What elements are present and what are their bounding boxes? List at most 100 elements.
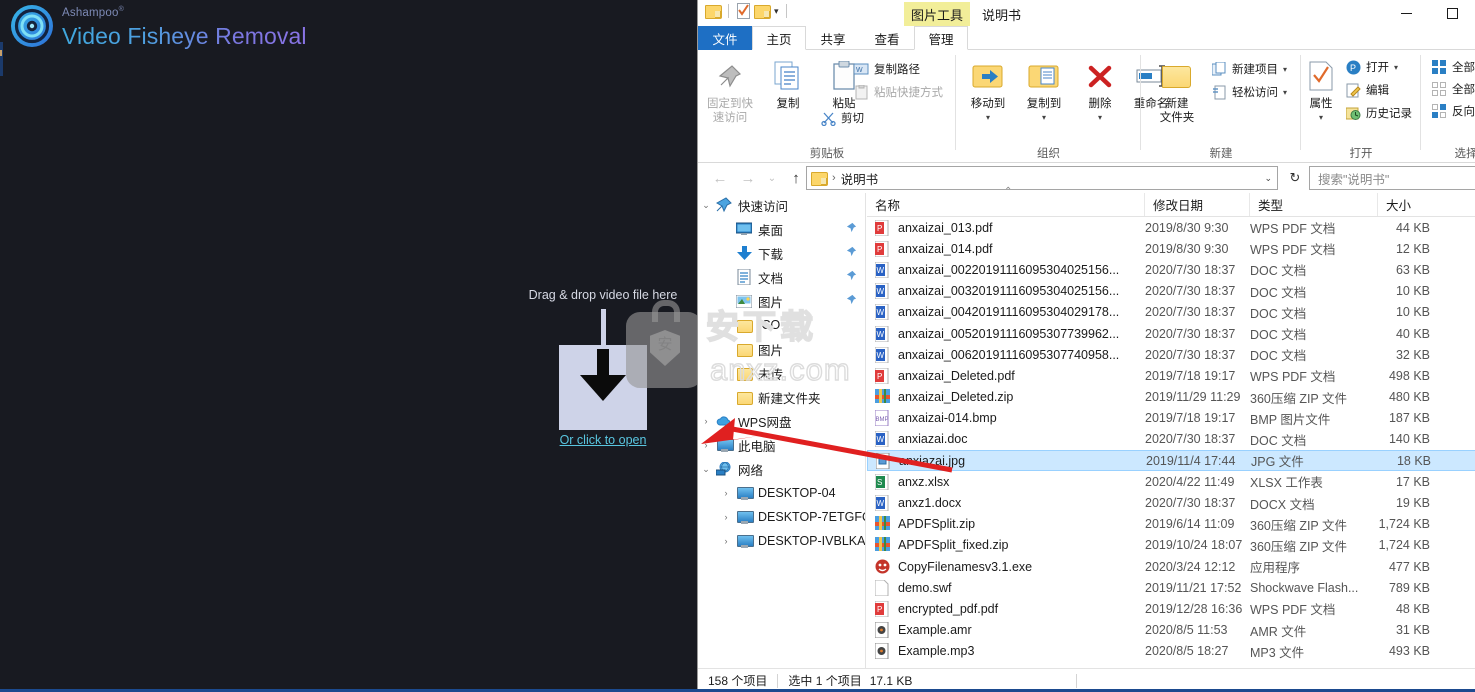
tab-view[interactable]: 查看 bbox=[860, 26, 914, 50]
address-chevron-down-icon[interactable]: ⌄ bbox=[1264, 173, 1272, 184]
nav-item-0[interactable]: ⌄ 快速访问 bbox=[698, 193, 865, 217]
nav-item-12[interactable]: › DESKTOP-04 bbox=[698, 481, 865, 505]
table-row[interactable]: Panxaizai_Deleted.pdf 2019/7/18 19:17 WPS … bbox=[867, 365, 1475, 386]
ribbon-select-none-button[interactable]: 全部取消 bbox=[1431, 81, 1475, 97]
table-row[interactable]: Wanxz1.docx 2020/7/30 18:37 DOCX 文档 19 KB bbox=[867, 492, 1475, 513]
nav-item-10[interactable]: › 此电脑 bbox=[698, 433, 865, 457]
table-row[interactable]: Wanxaizai_00520191116095307739962... 2020… bbox=[867, 323, 1475, 344]
table-row[interactable]: Example.amr 2020/8/5 11:53 AMR 文件 31 KB bbox=[867, 620, 1475, 641]
ribbon-delete-button[interactable]: 删除 ▾ bbox=[1072, 58, 1128, 125]
file-name-cell[interactable]: BMP anxaizai-014.bmp bbox=[875, 410, 1140, 427]
chevron-right-icon[interactable]: › bbox=[698, 416, 714, 426]
window-controls[interactable] bbox=[1383, 0, 1475, 26]
table-row[interactable]: Wanxaizai_00420191116095304029178... 2020… bbox=[867, 302, 1475, 323]
file-name-cell[interactable]: Wanxaizai_00320191116095304025156... bbox=[875, 283, 1140, 300]
ribbon-copy-path-button[interactable]: W 复制路径 bbox=[853, 61, 920, 77]
delete-chevron-down-icon[interactable]: ▾ bbox=[1072, 111, 1128, 125]
table-row[interactable]: CopyFilenamesv3.1.exe 2020/3/24 12:12 应用程序… bbox=[867, 556, 1475, 577]
ribbon-history-button[interactable]: 历史记录 bbox=[1345, 105, 1412, 121]
file-name-cell[interactable]: Panxaizai_014.pdf bbox=[875, 240, 1140, 257]
file-name-cell[interactable]: Panxaizai_Deleted.pdf bbox=[875, 367, 1140, 384]
file-name-cell[interactable]: demo.swf bbox=[875, 579, 1140, 596]
file-name-cell[interactable]: Pencrypted_pdf.pdf bbox=[875, 600, 1140, 617]
forward-button[interactable]: → bbox=[734, 167, 762, 189]
nav-item-2[interactable]: 下载 bbox=[698, 241, 865, 265]
pin-icon[interactable] bbox=[846, 294, 857, 308]
file-name-cell[interactable]: APDFSplit_fixed.zip bbox=[875, 537, 1140, 553]
file-list-pane[interactable]: 名称 修改日期 类型 大小 ⌃ Panxaizai_013.pdf 2019/8/… bbox=[867, 186, 1475, 668]
file-name-cell[interactable]: Wanxaizai_00520191116095307739962... bbox=[875, 325, 1140, 342]
qat-chevron-down-icon[interactable]: ▾ bbox=[774, 4, 779, 18]
ribbon-paste-shortcut-button[interactable]: 粘贴快捷方式 bbox=[853, 84, 943, 100]
table-row[interactable]: Sanxz.xlsx 2020/4/22 11:49 XLSX 工作表 17 KB bbox=[867, 471, 1475, 492]
table-row[interactable]: Pencrypted_pdf.pdf 2019/12/28 16:36 WPS PD… bbox=[867, 598, 1475, 619]
ribbon-new-folder-button[interactable]: 新建 文件夹 bbox=[1149, 58, 1205, 125]
qat-properties-icon[interactable] bbox=[736, 3, 750, 19]
open-with-chevron-down-icon[interactable]: ▾ bbox=[1394, 63, 1398, 72]
table-row[interactable]: APDFSplit_fixed.zip 2019/10/24 18:07 360压缩… bbox=[867, 535, 1475, 556]
file-name-cell[interactable]: Sanxz.xlsx bbox=[875, 473, 1140, 490]
table-row[interactable]: Wanxaizai_00620191116095307740958... 2020… bbox=[867, 344, 1475, 365]
back-button[interactable]: ← bbox=[706, 167, 734, 189]
recent-locations-chevron-down-icon[interactable]: ⌄ bbox=[762, 167, 782, 189]
nav-item-13[interactable]: › DESKTOP-7ETGFQH bbox=[698, 505, 866, 529]
address-field[interactable]: › 说明书 ⌄ bbox=[806, 166, 1278, 190]
ribbon-pin-to-quick-access[interactable]: 固定到快 速访问 bbox=[702, 58, 758, 125]
ribbon-invert-selection-button[interactable]: 反向选择 bbox=[1431, 103, 1475, 119]
table-row[interactable]: anxiazai.jpg 2019/11/4 17:44 JPG 文件 18 KB bbox=[867, 450, 1475, 472]
nav-item-8[interactable]: 新建文件夹 bbox=[698, 385, 865, 409]
table-row[interactable]: Wanxaizai_00220191116095304025156... 2020… bbox=[867, 259, 1475, 280]
file-name-cell[interactable]: Wanxiazai.doc bbox=[875, 431, 1140, 448]
file-name-cell[interactable]: anxaizai_Deleted.zip bbox=[875, 389, 1140, 405]
chevron-down-icon[interactable]: ⌄ bbox=[698, 200, 714, 211]
chevron-right-icon[interactable]: › bbox=[718, 512, 734, 522]
ribbon-tabstrip[interactable]: 文件 主页 共享 查看 管理 bbox=[698, 26, 1475, 50]
table-row[interactable]: Wanxiazai.doc 2020/7/30 18:37 DOC 文档 140 KB bbox=[867, 429, 1475, 450]
tab-file[interactable]: 文件 bbox=[698, 26, 752, 50]
column-header-size[interactable]: 大小 bbox=[1378, 193, 1475, 216]
ribbon-properties-button[interactable]: 属性 ▾ bbox=[1301, 58, 1341, 125]
chevron-right-icon[interactable]: › bbox=[698, 440, 714, 450]
ribbon-copy-to-button[interactable]: 复制到 ▾ bbox=[1016, 58, 1072, 125]
pin-icon[interactable] bbox=[846, 222, 857, 236]
qat-folder-icon[interactable] bbox=[705, 4, 722, 19]
refresh-icon[interactable]: ↻ bbox=[1283, 166, 1307, 190]
chevron-right-icon[interactable]: › bbox=[718, 488, 734, 498]
chevron-right-icon[interactable]: › bbox=[718, 536, 734, 546]
ribbon-select-all-button[interactable]: 全部选择 bbox=[1431, 59, 1475, 75]
minimize-button[interactable] bbox=[1383, 0, 1429, 26]
ribbon-cut-button[interactable]: 剪切 bbox=[820, 110, 864, 126]
ribbon-open-with-button[interactable]: P 打开 ▾ bbox=[1345, 59, 1398, 75]
table-row[interactable]: demo.swf 2019/11/21 17:52 Shockwave Flash.… bbox=[867, 577, 1475, 598]
file-name-cell[interactable]: APDFSplit.zip bbox=[875, 516, 1140, 532]
properties-chevron-down-icon[interactable]: ▾ bbox=[1301, 111, 1341, 125]
table-row[interactable]: anxaizai_Deleted.zip 2019/11/29 11:29 360压… bbox=[867, 387, 1475, 408]
table-row[interactable]: Example.mp3 2020/8/5 18:27 MP3 文件 493 KB bbox=[867, 641, 1475, 662]
file-name-cell[interactable]: Wanxaizai_00220191116095304025156... bbox=[875, 261, 1140, 278]
tab-home[interactable]: 主页 bbox=[752, 26, 806, 50]
breadcrumb[interactable]: › 说明书 bbox=[811, 169, 878, 188]
navigation-buttons[interactable]: ← → ⌄ ↑ bbox=[706, 167, 810, 189]
nav-item-11[interactable]: ⌄ 网络 bbox=[698, 457, 865, 481]
ribbon-edit-button[interactable]: 编辑 bbox=[1345, 82, 1389, 98]
file-name-cell[interactable]: Wanxz1.docx bbox=[875, 495, 1140, 512]
tab-share[interactable]: 共享 bbox=[806, 26, 860, 50]
pin-icon[interactable] bbox=[846, 270, 857, 284]
search-input[interactable]: 搜索"说明书" bbox=[1309, 166, 1475, 190]
maximize-button[interactable] bbox=[1429, 0, 1475, 26]
move-to-chevron-down-icon[interactable]: ▾ bbox=[960, 111, 1016, 125]
new-item-chevron-down-icon[interactable]: ▾ bbox=[1283, 65, 1287, 74]
table-row[interactable]: Panxaizai_014.pdf 2019/8/30 9:30 WPS PDF 文… bbox=[867, 238, 1475, 259]
ribbon-easy-access-button[interactable]: 轻松访问 ▾ bbox=[1211, 84, 1287, 100]
pin-icon[interactable] bbox=[846, 246, 857, 260]
table-row[interactable]: BMP anxaizai-014.bmp 2019/7/18 19:17 BMP 图片… bbox=[867, 408, 1475, 429]
file-name-cell[interactable]: Panxaizai_013.pdf bbox=[875, 219, 1140, 236]
nav-item-9[interactable]: › WPS网盘 bbox=[698, 409, 865, 433]
file-name-cell[interactable]: Wanxaizai_00420191116095304029178... bbox=[875, 304, 1140, 321]
easy-access-chevron-down-icon[interactable]: ▾ bbox=[1283, 88, 1287, 97]
file-name-cell[interactable]: Example.amr bbox=[875, 622, 1140, 639]
table-row[interactable]: Panxaizai_013.pdf 2019/8/30 9:30 WPS PDF 文… bbox=[867, 217, 1475, 238]
file-name-cell[interactable]: anxiazai.jpg bbox=[876, 452, 1141, 469]
quick-access-toolbar[interactable]: ▾ bbox=[705, 3, 790, 19]
column-header-type[interactable]: 类型 bbox=[1250, 193, 1378, 216]
